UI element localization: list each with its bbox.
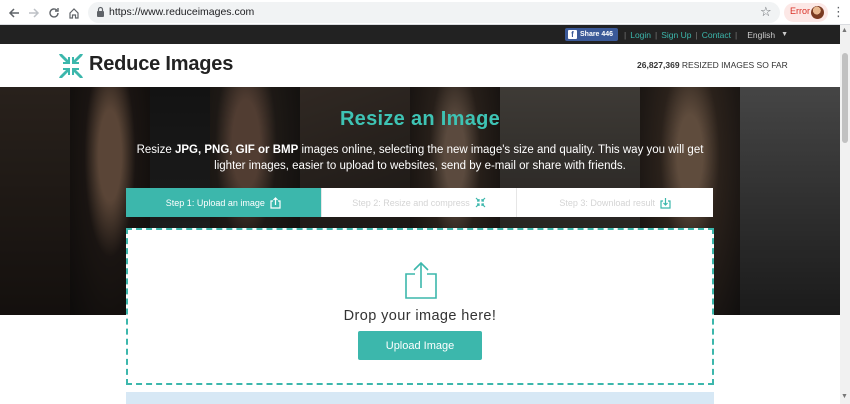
page-scrollbar[interactable]: ▲ ▼ [840, 25, 850, 404]
step-tabs: Step 1: Upload an image Step 2: Resize a… [126, 188, 713, 217]
reload-icon[interactable] [45, 4, 63, 22]
menu-icon[interactable]: ⋮ [832, 4, 845, 20]
site-header: Reduce Images 26,827,369 RESIZED IMAGES … [0, 44, 840, 87]
download-icon [660, 197, 671, 209]
facebook-share-button[interactable]: f Share 446 [565, 28, 618, 41]
scroll-up-icon[interactable]: ▲ [841, 27, 848, 34]
lock-icon [97, 6, 104, 17]
step-download[interactable]: Step 3: Download result [517, 188, 713, 217]
drop-zone[interactable]: Drop your image here! Upload Image [126, 228, 714, 385]
top-bar: f Share 446 | Login | Sign Up | Contact … [0, 25, 840, 44]
top-links: | Login | Sign Up | Contact | English ▼ [624, 29, 789, 40]
facebook-icon: f [568, 30, 577, 39]
signup-link[interactable]: Sign Up [661, 30, 691, 40]
upload-icon [270, 196, 281, 209]
desc-prefix: Resize [136, 144, 172, 156]
content-strip [126, 392, 714, 404]
compress-arrows-icon[interactable] [58, 53, 84, 79]
counter-suffix: RESIZED IMAGES SO FAR [681, 60, 788, 70]
compress-icon [475, 197, 486, 208]
scroll-down-icon[interactable]: ▼ [841, 393, 848, 400]
browser-toolbar: https://www.reduceimages.com ☆ Error ⋮ [0, 0, 850, 25]
counter-number: 26,827,369 [637, 60, 680, 70]
page-title: Resize an Image [339, 108, 501, 130]
contact-link[interactable]: Contact [702, 30, 731, 40]
error-label: Error [790, 6, 810, 16]
caret-down-icon[interactable]: ▼ [781, 31, 788, 38]
login-link[interactable]: Login [630, 30, 651, 40]
share-label: Share 446 [580, 31, 614, 38]
back-icon[interactable] [5, 4, 23, 22]
hero-description: Resize JPG, PNG, GIF or BMP images onlin… [120, 142, 720, 174]
step-label: Step 2: Resize and compress [352, 197, 470, 208]
upload-icon [405, 261, 437, 299]
step-label: Step 3: Download result [559, 197, 655, 208]
profile-error-button[interactable]: Error [784, 3, 828, 22]
upload-image-button[interactable]: Upload Image [358, 331, 482, 360]
drop-instruction: Drop your image here! [343, 308, 497, 324]
language-selector[interactable]: English [747, 30, 775, 40]
forward-icon[interactable] [25, 4, 43, 22]
step-upload[interactable]: Step 1: Upload an image [126, 188, 322, 217]
avatar [811, 6, 824, 19]
resized-counter: 26,827,369 RESIZED IMAGES SO FAR [637, 60, 788, 70]
step-label: Step 1: Upload an image [165, 197, 265, 208]
step-resize[interactable]: Step 2: Resize and compress [322, 188, 518, 217]
star-icon[interactable]: ☆ [760, 4, 772, 20]
address-bar[interactable]: https://www.reduceimages.com [88, 2, 780, 23]
url-text: https://www.reduceimages.com [109, 6, 255, 18]
scroll-thumb[interactable] [842, 53, 848, 143]
desc-formats: JPG, PNG, GIF or BMP [174, 144, 299, 156]
home-icon[interactable] [65, 4, 83, 22]
logo-text[interactable]: Reduce Images [89, 53, 233, 76]
